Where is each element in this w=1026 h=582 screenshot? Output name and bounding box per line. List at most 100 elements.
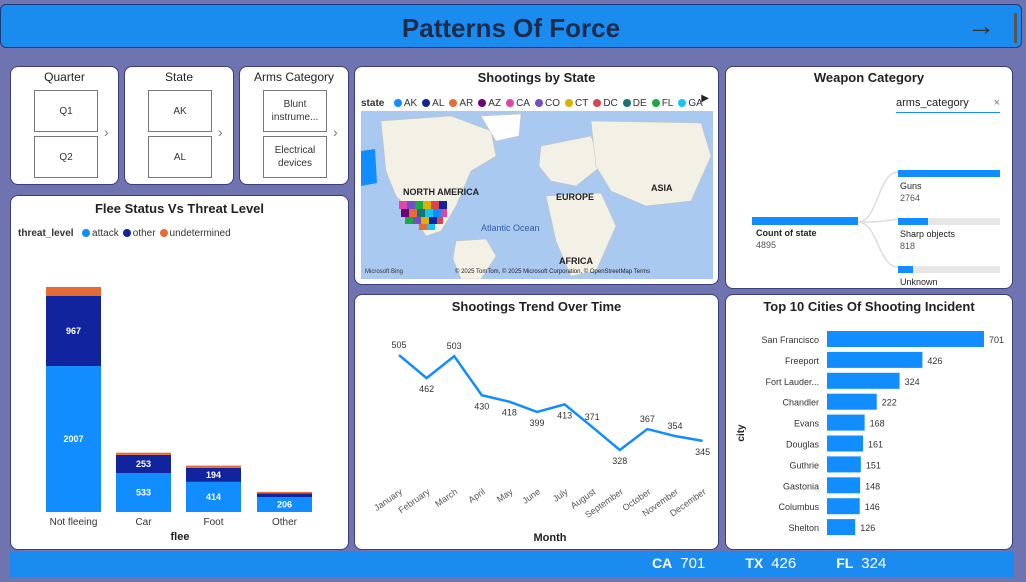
city-bar[interactable] — [827, 393, 877, 410]
legend-dot-icon — [159, 229, 168, 238]
slicer-title: State — [164, 70, 194, 84]
decomp-root-value: 4895 — [756, 240, 777, 250]
trend-data-label: 430 — [474, 401, 489, 411]
decomp-branch-value: 2764 — [900, 193, 921, 203]
map-legend-item[interactable]: DE — [622, 98, 647, 109]
legend-dot-icon — [534, 99, 543, 108]
trend-tick-label: June — [520, 486, 542, 505]
ticker-item: TX 426 — [745, 555, 796, 572]
legend-dot-icon — [478, 99, 487, 108]
map-legend-item[interactable]: GA — [678, 98, 703, 109]
decomp-branch-bar[interactable] — [898, 170, 1000, 177]
city-bar[interactable] — [827, 331, 984, 347]
ticker-state: CA — [652, 555, 673, 571]
trend-series-line[interactable] — [398, 354, 703, 452]
flee-tick-label: Car — [135, 517, 152, 528]
map-legend-text: CO — [544, 98, 560, 109]
legend-dot-icon — [622, 99, 631, 108]
map-legend-item[interactable]: AL — [422, 98, 444, 109]
weapon-title: Weapon Category — [813, 70, 925, 85]
flee-data-label: 206 — [277, 500, 292, 510]
weapon-card: Weapon Category arms_category × Count of… — [725, 66, 1013, 289]
decomp-root-bar[interactable] — [752, 217, 858, 225]
map-legend-item[interactable]: CO — [534, 98, 560, 109]
city-bar[interactable] — [827, 414, 865, 431]
flee-legend-label: threat_level — [18, 228, 74, 239]
decomp-branch-bar[interactable] — [898, 266, 914, 273]
chevron-right-icon[interactable]: › — [333, 124, 338, 140]
slicer-item-q2[interactable]: Q2 — [34, 136, 98, 178]
slicer-arms-category: Arms Category Blunt instrume... Electric… — [239, 66, 349, 185]
trend-data-label: 399 — [529, 418, 544, 428]
map-card: Shootings by State state AK AL AR AZ CA CO CT D… — [354, 66, 719, 285]
city-tick-label: Gastonia — [783, 481, 819, 491]
city-data-label: 426 — [927, 356, 942, 366]
city-bar[interactable] — [827, 456, 861, 473]
decomp-field-header[interactable]: arms_category × — [896, 97, 1000, 113]
map-legend-text: AL — [432, 98, 445, 109]
flee-bar-undetermined[interactable] — [46, 286, 101, 296]
map-legend-item[interactable]: AK — [393, 98, 418, 109]
ticker-item: FL 324 — [836, 555, 886, 572]
trend-data-label: 413 — [557, 410, 572, 420]
flee-card: Flee Status Vs Threat Level threat_level… — [10, 195, 349, 550]
decomp-branch-label: Sharp objects — [900, 229, 956, 239]
flee-bar-other[interactable] — [257, 493, 312, 498]
map-attribution[interactable]: © 2025 TomTom, © 2025 Microsoft Corporat… — [455, 268, 650, 275]
chevron-right-icon[interactable]: ▶ — [701, 93, 709, 104]
map-canvas[interactable]: NORTH AMERICA EUROPE ASIA Atlantic Ocean… — [361, 111, 713, 279]
city-tick-label: San Francisco — [761, 335, 819, 345]
map-legend-item[interactable]: FL — [651, 98, 674, 109]
city-bar[interactable] — [827, 498, 860, 515]
city-tick-label: Freeport — [785, 356, 820, 366]
flee-bar-undetermined[interactable] — [186, 465, 241, 468]
page-title: Patterns Of Force — [401, 13, 621, 43]
map-legend-item[interactable]: AZ — [478, 98, 501, 109]
map-legend-item[interactable]: CT — [564, 98, 588, 109]
city-bar[interactable] — [827, 477, 861, 494]
trend-tick-label: March — [433, 486, 459, 509]
city-tick-label: Columbus — [778, 502, 819, 512]
city-bar[interactable] — [827, 372, 900, 389]
ticker-state: TX — [745, 555, 764, 571]
flee-bar-undetermined[interactable] — [116, 452, 171, 455]
flee-legend-items: attack other undetermined — [78, 223, 231, 240]
flee-data-label: 414 — [206, 492, 221, 502]
map-legend-text: FL — [661, 98, 674, 109]
chevron-right-icon[interactable]: › — [104, 124, 109, 140]
flee-legend-item[interactable]: attack — [82, 228, 119, 239]
map-legend-text: DE — [632, 98, 647, 109]
map-legend-item[interactable]: DC — [593, 98, 618, 109]
flee-legend-item[interactable]: other — [122, 228, 156, 239]
arrow-right-icon[interactable]: → — [967, 12, 995, 40]
decomp-branch-bar[interactable] — [898, 218, 929, 225]
city-data-label: 324 — [905, 377, 920, 387]
close-icon[interactable]: × — [994, 97, 1000, 109]
city-bar[interactable] — [827, 351, 923, 368]
flee-bar-undetermined[interactable] — [257, 491, 312, 494]
slicer-item-q1[interactable]: Q1 — [34, 90, 98, 132]
decomp-root-label: Count of state — [756, 228, 817, 238]
cities-chart: San Francisco 701 Freeport 426 Fort Lauder..… — [736, 331, 1004, 536]
trend-data-label: 505 — [391, 340, 406, 350]
trend-tick-label: February — [397, 486, 433, 515]
cities-y-axis-label: city — [736, 424, 747, 442]
map-label-na: NORTH AMERICA — [403, 187, 480, 197]
map-legend-item[interactable]: AR — [449, 98, 473, 109]
slicer-item-ak[interactable]: AK — [148, 90, 212, 132]
legend-dot-icon — [82, 229, 91, 238]
slicer-item-blunt[interactable]: Blunt instrume... — [263, 90, 327, 132]
legend-dot-icon — [422, 99, 431, 108]
slicer-item-electrical[interactable]: Electrical devices — [263, 136, 327, 178]
city-bar[interactable] — [827, 435, 864, 452]
map-title: Shootings by State — [477, 70, 596, 85]
chevron-right-icon[interactable]: › — [218, 124, 223, 140]
legend-dot-icon — [564, 99, 573, 108]
slicer-item-al[interactable]: AL — [148, 136, 212, 178]
flee-tick-label: Foot — [203, 517, 223, 528]
city-bar[interactable] — [827, 519, 856, 536]
map-legend: state AK AL AR AZ CA CO CT DC DE FL GA ▶ — [361, 93, 713, 109]
flee-legend-item[interactable]: undetermined — [159, 228, 231, 239]
map-legend-item[interactable]: CA — [506, 98, 530, 109]
map-legend-text: AK — [403, 98, 418, 109]
